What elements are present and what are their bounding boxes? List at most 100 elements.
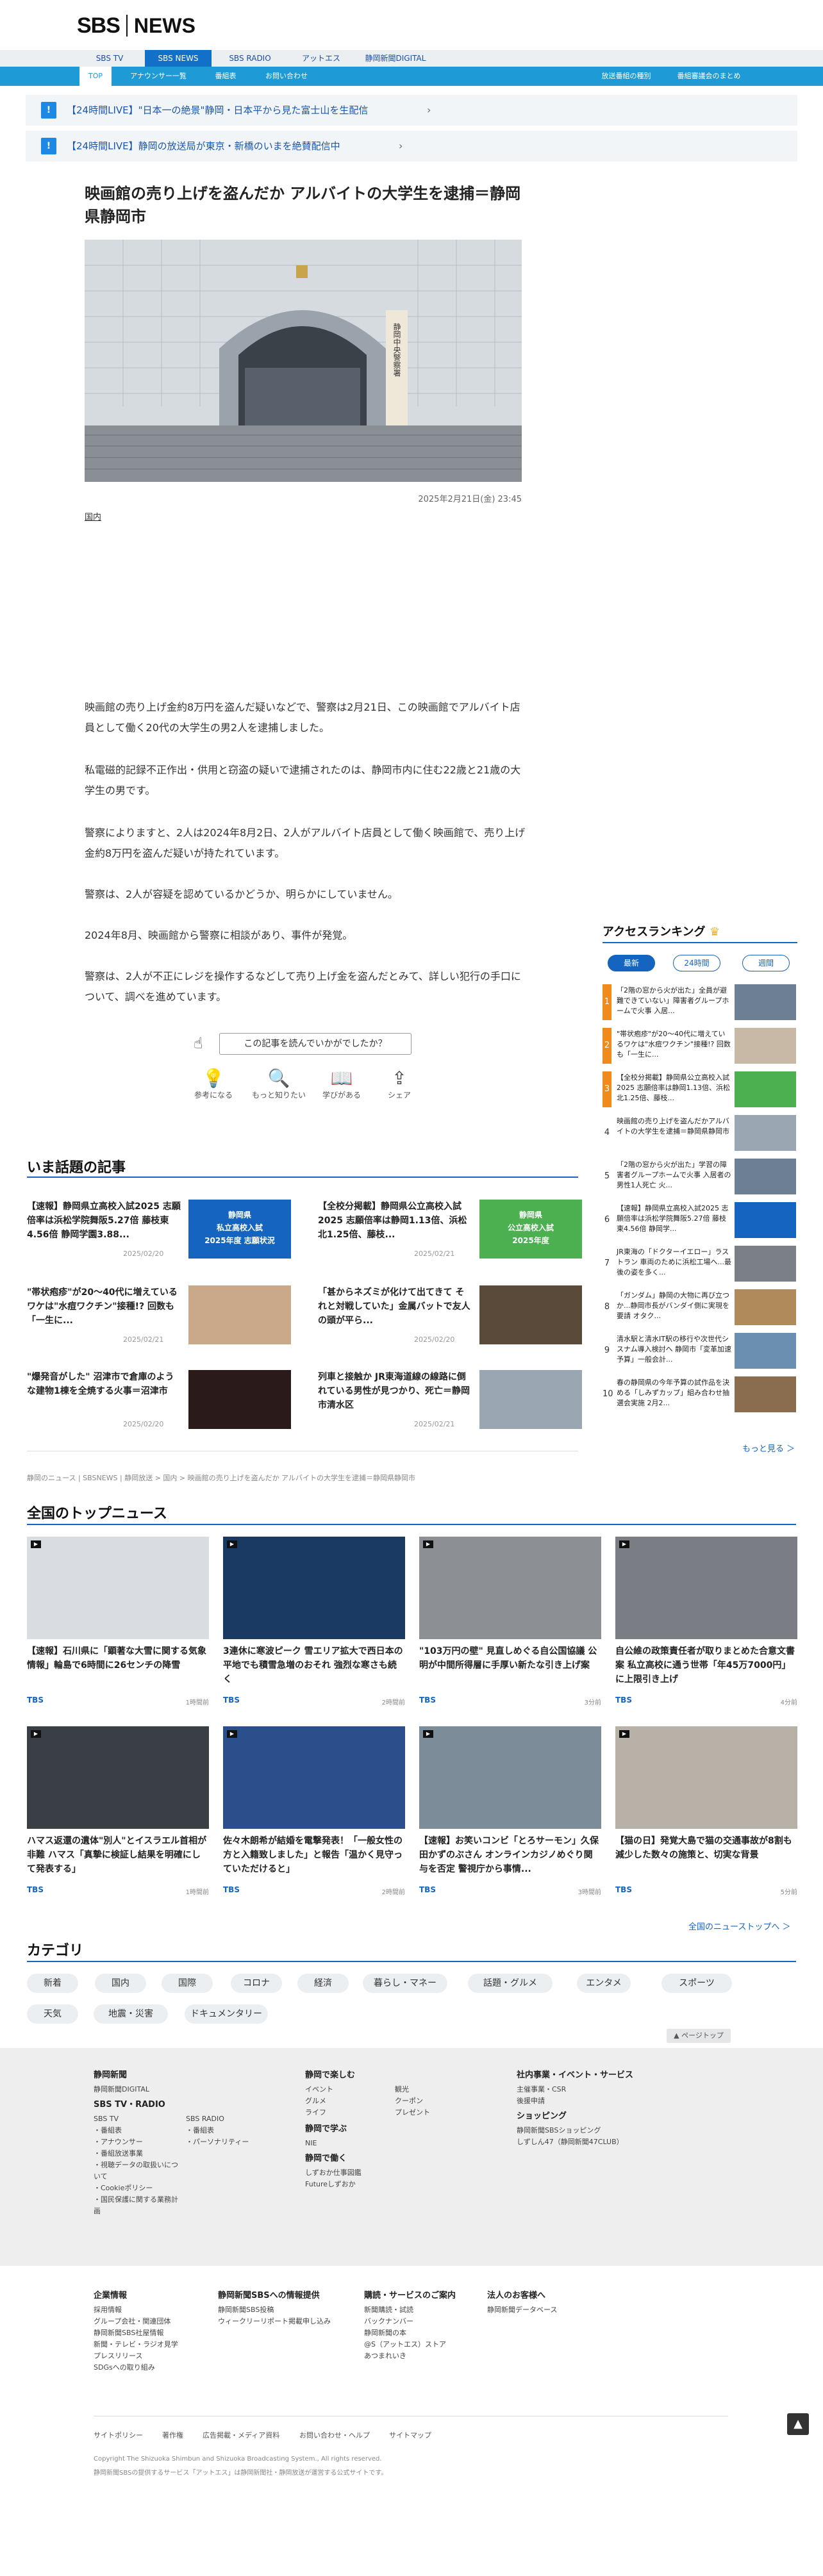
subnav-contact[interactable]: お問い合わせ xyxy=(258,67,315,86)
category-chip[interactable]: 国内 xyxy=(95,1974,146,1993)
footer-link[interactable]: 後援申請 xyxy=(517,2095,722,2107)
footer-link[interactable]: 主催事業・CSR xyxy=(517,2084,722,2095)
subnav-program-types[interactable]: 放送番組の種別 xyxy=(591,67,661,86)
footer-link[interactable]: イベント xyxy=(305,2084,333,2095)
nav-sbs-tv[interactable]: SBS TV xyxy=(90,50,129,67)
page-top-button[interactable]: ▲ ページトップ xyxy=(667,2029,731,2043)
category-tag[interactable]: 国内 xyxy=(85,510,101,522)
top-news-card[interactable]: ▶ 【猫の日】発覚大島で猫の交通事故が8割も減少した数々の施策と、切実な背景 TBS… xyxy=(615,1726,797,1912)
footer-link[interactable]: ウィークリーリポート掲載申し込み xyxy=(218,2316,346,2327)
footer-link[interactable]: ・番組放送事業 xyxy=(94,2148,183,2159)
reaction-learn-button[interactable]: 📖 学びがある xyxy=(313,1068,370,1100)
sbs-news-logo[interactable]: SBS NEWS xyxy=(77,13,195,38)
footer-bottom-link[interactable]: サイトポリシー xyxy=(94,2430,143,2440)
footer-link[interactable]: 静岡新聞DIGITAL xyxy=(94,2084,286,2095)
footer-link[interactable]: SBS TV xyxy=(94,2113,183,2125)
category-chip[interactable]: 地震・災害 xyxy=(94,2004,168,2024)
live-banner-shinbashi[interactable]: ! 【24時間LIVE】静岡の放送局が東京・新橋のいまを絶賛配信中 › xyxy=(26,131,797,161)
ranking-item[interactable]: 10 春の静岡県の今年予算の試作品を決める「しみずカップ」組み合わせ抽選会実施 2… xyxy=(603,1376,797,1416)
footer-link[interactable]: 観光 xyxy=(395,2084,430,2095)
footer-bottom-link[interactable]: お問い合わせ・ヘルプ xyxy=(299,2430,370,2440)
footer-link[interactable]: しずしん47（静岡新聞47CLUB） xyxy=(517,2136,722,2148)
footer-link[interactable]: グルメ xyxy=(305,2095,333,2107)
category-chip[interactable]: ドキュメンタリー xyxy=(185,2004,268,2024)
footer-link[interactable]: ・視聴データの取扱いについて xyxy=(94,2159,183,2183)
footer-link[interactable]: SDGsへの取り組み xyxy=(94,2362,222,2374)
subnav-top[interactable]: TOP xyxy=(79,67,112,86)
live-banner-fuji[interactable]: ! 【24時間LIVE】"日本一の絶景"静岡・日本平から見た富士山を生配信 › xyxy=(26,95,797,126)
top-news-card[interactable]: ▶ 自公維の政策責任者が取りまとめた合意文書案 私立高校に通う世帯「年45万700… xyxy=(615,1537,797,1722)
ranking-more-link[interactable]: もっと見る ＞ xyxy=(742,1442,795,1454)
subnav-schedule[interactable]: 番組表 xyxy=(206,67,245,86)
footer-link[interactable]: 静岡新聞SBSショッピング xyxy=(517,2125,722,2136)
ranking-item[interactable]: 1 「2階の窓から火が出た」全員が避難できていない」障害者グループホームで火事 入… xyxy=(603,984,797,1024)
top-news-card[interactable]: ▶ 3連休に寒波ピーク 雪エリア拡大で西日本の平地でも積雪急増のおそれ 強烈な寒さ… xyxy=(223,1537,405,1722)
footer-link[interactable]: 採用情報 xyxy=(94,2304,222,2316)
nav-atto-s[interactable]: アットエス xyxy=(292,50,350,67)
top-news-card[interactable]: ▶ "103万円の壁" 見直しめぐる自公国協議 公明が中間所得層に手厚い新たな引き… xyxy=(419,1537,601,1722)
top-news-card[interactable]: ▶ 【速報】石川県に「顕著な大雪に関する気象情報」輪島で6時間に26センチの降雪 T… xyxy=(27,1537,209,1722)
footer-link[interactable]: Futureしずおか xyxy=(305,2179,485,2190)
ranking-item[interactable]: 2 "帯状疱疹"が20〜40代に増えているワケは"水痘ワクチン"接種!? 回数も「… xyxy=(603,1028,797,1068)
category-chip[interactable]: エンタメ xyxy=(577,1974,631,1993)
hot-topic-item[interactable]: 列車と接触か JR東海道線の線路に倒れている男性が見つかり、死亡＝静岡市清水区 2… xyxy=(318,1370,595,1434)
reaction-know-more-button[interactable]: 🔍 もっと知りたい xyxy=(250,1068,308,1100)
footer-link[interactable]: 新聞・テレビ・ラジオ見学 xyxy=(94,2339,222,2350)
footer-link[interactable]: ・国民保護に関する業務計画 xyxy=(94,2194,183,2217)
category-chip[interactable]: 新着 xyxy=(27,1974,78,1993)
hot-topic-item[interactable]: 【全校分掲載】静岡県公立高校入試2025 志願倍率は静岡1.13倍、浜松北1.2… xyxy=(318,1200,595,1264)
footer-link[interactable]: プレスリリース xyxy=(94,2350,222,2362)
footer-link[interactable]: プレゼント xyxy=(395,2107,430,2118)
hot-topic-item[interactable]: "爆発音がした" 沼津市で倉庫のような建物1棟を全焼する火事＝沼津市 2025/0… xyxy=(27,1370,304,1434)
category-chip[interactable]: 国際 xyxy=(162,1974,213,1993)
hot-topic-item[interactable]: "帯状疱疹"が20〜40代に増えているワケは"水痘ワクチン"接種!? 回数も「一… xyxy=(27,1285,304,1350)
footer-link[interactable]: ・パーソナリティー xyxy=(186,2136,276,2148)
ranking-item[interactable]: 3 【全校分掲載】静岡県公立高校入試2025 志願倍率は静岡1.13倍、浜松北1.… xyxy=(603,1071,797,1111)
top-news-card[interactable]: ▶ 佐々木朗希が結婚を電撃発表！「一般女性の方と入籍致しました」と報告「温かく見守… xyxy=(223,1726,405,1912)
footer-link[interactable]: SBS RADIO xyxy=(186,2113,276,2125)
footer-link[interactable]: ・アナウンサー xyxy=(94,2136,183,2148)
ranking-tab-latest[interactable]: 最新 xyxy=(608,955,655,971)
footer-link[interactable]: NIE xyxy=(305,2138,485,2149)
footer-link[interactable]: 静岡新聞SBS社屋情報 xyxy=(94,2327,222,2339)
scroll-top-button[interactable]: ▲ xyxy=(787,2413,809,2435)
footer-bottom-link[interactable]: サイトマップ xyxy=(389,2430,431,2440)
reaction-helpful-button[interactable]: 💡 参考になる xyxy=(185,1068,242,1100)
category-chip[interactable]: 暮らし・マネー xyxy=(363,1974,447,1993)
ranking-tab-weekly[interactable]: 週間 xyxy=(742,955,790,971)
footer-link[interactable]: ・番組表 xyxy=(186,2125,276,2136)
footer-link[interactable]: あつまれいき xyxy=(364,2350,492,2362)
hot-topic-item[interactable]: 【速報】静岡県立高校入試2025 志願倍率は浜松学院舞阪5.27倍 藤枝東4.5… xyxy=(27,1200,304,1264)
nav-sbs-news[interactable]: SBS NEWS xyxy=(145,50,212,67)
category-chip[interactable]: 話題・グルメ xyxy=(468,1974,553,1993)
top-news-more-link[interactable]: 全国のニューストップへ ＞ xyxy=(688,1920,790,1932)
footer-bottom-link[interactable]: 広告掲載・メディア資料 xyxy=(203,2430,279,2440)
footer-link[interactable]: ライフ xyxy=(305,2107,333,2118)
category-chip[interactable]: 経済 xyxy=(297,1974,349,1993)
ranking-item[interactable]: 6 【速報】静岡県立高校入試2025 志願倍率は浜松学院舞阪5.27倍 藤枝東4.… xyxy=(603,1202,797,1242)
footer-link[interactable]: バックナンバー xyxy=(364,2316,492,2327)
footer-link[interactable]: グループ会社・関連団体 xyxy=(94,2316,222,2327)
subnav-council[interactable]: 番組審議会のまとめ xyxy=(670,67,747,86)
footer-link[interactable]: ・番組表 xyxy=(94,2125,183,2136)
footer-link[interactable]: 静岡新聞の本 xyxy=(364,2327,492,2339)
category-chip[interactable]: コロナ xyxy=(231,1974,282,1993)
hot-topic-item[interactable]: 「甚からネズミが化けて出てきて それと対戦していた」金属バットで友人の頭が平ら.… xyxy=(318,1285,595,1350)
footer-link[interactable]: 静岡新聞SBS投稿 xyxy=(218,2304,346,2316)
ranking-item[interactable]: 7 JR東海の「ドクターイエロー」ラストラン 車両のために浜松工場へ...最後の姿… xyxy=(603,1246,797,1285)
top-news-card[interactable]: ▶ ハマス返還の遺体"別人"とイスラエル首相が非難 ハマス「真摯に検証し結果を明確… xyxy=(27,1726,209,1912)
footer-link[interactable]: 静岡新聞データベース xyxy=(487,2304,615,2316)
share-button[interactable]: ⇪ シェア xyxy=(370,1068,428,1100)
category-chip[interactable]: 天気 xyxy=(27,2004,78,2024)
footer-bottom-link[interactable]: 著作権 xyxy=(162,2430,183,2440)
footer-link[interactable]: 新聞購読・試読 xyxy=(364,2304,492,2316)
category-chip[interactable]: スポーツ xyxy=(661,1974,732,1993)
ranking-item[interactable]: 5 「2階の窓から火が出た」学習の障害者グループホームで火事 入居者の男性1人死亡… xyxy=(603,1159,797,1198)
footer-link[interactable]: クーポン xyxy=(395,2095,430,2107)
nav-sbs-radio[interactable]: SBS RADIO xyxy=(224,50,276,67)
footer-link[interactable]: しずおか仕事図鑑 xyxy=(305,2167,485,2179)
footer-link[interactable]: ・Cookieポリシー xyxy=(94,2183,183,2194)
ranking-tab-24h[interactable]: 24時間 xyxy=(673,955,720,971)
subnav-announcers[interactable]: アナウンサー一覧 xyxy=(123,67,194,86)
footer-link[interactable]: @S（アットエス）ストア xyxy=(364,2339,492,2350)
